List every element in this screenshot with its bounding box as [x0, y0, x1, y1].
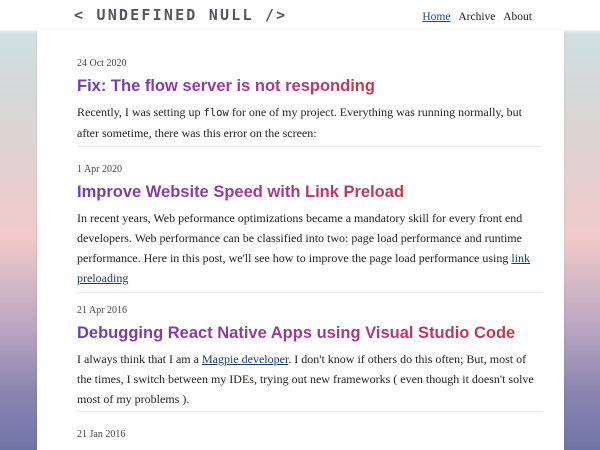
post-title-link[interactable]: Debugging React Native Apps using Visual… — [77, 324, 515, 343]
post-divider — [77, 146, 542, 147]
magpie-developer-link[interactable]: Magpie developer — [202, 352, 288, 366]
excerpt-text: Recently, I was setting up — [77, 105, 204, 119]
post-date: 1 Apr 2020 — [77, 164, 122, 175]
nav-about-link[interactable]: About — [503, 11, 532, 23]
excerpt-text: I always think that I am a — [77, 352, 202, 366]
post-excerpt: I always think that I am a Magpie develo… — [77, 349, 542, 409]
site-logo[interactable]: < UNDEFINED NULL /> — [74, 6, 287, 24]
post-date: 21 Apr 2016 — [77, 305, 127, 316]
post-divider — [77, 411, 542, 412]
inline-code: flow — [203, 107, 229, 119]
post-date: 21 Jan 2016 — [77, 429, 126, 440]
post-date: 24 Oct 2020 — [77, 58, 127, 69]
excerpt-text: In recent years, Web peformance optimiza… — [77, 211, 523, 265]
post-divider — [77, 292, 542, 293]
post-excerpt: Recently, I was setting up flow for one … — [77, 102, 542, 143]
nav-home-link[interactable]: Home — [422, 11, 450, 23]
post-item: 1 Apr 2020 Improve Website Speed with Li… — [77, 164, 542, 288]
post-title-link[interactable]: Fix: The flow server is not responding — [77, 77, 375, 96]
top-bar: < UNDEFINED NULL /> Home Archive About — [0, 0, 600, 30]
post-excerpt: In recent years, Web peformance optimiza… — [77, 208, 542, 288]
post-item: 24 Oct 2020 Fix: The flow server is not … — [77, 58, 542, 143]
post-item: 21 Jan 2016 — [77, 429, 542, 448]
nav-archive-link[interactable]: Archive — [458, 11, 495, 23]
main-nav: Home Archive About — [417, 11, 532, 23]
post-item: 21 Apr 2016 Debugging React Native Apps … — [77, 305, 542, 409]
post-list: 24 Oct 2020 Fix: The flow server is not … — [37, 30, 564, 450]
post-title-link[interactable]: Improve Website Speed with Link Preload — [77, 183, 404, 202]
